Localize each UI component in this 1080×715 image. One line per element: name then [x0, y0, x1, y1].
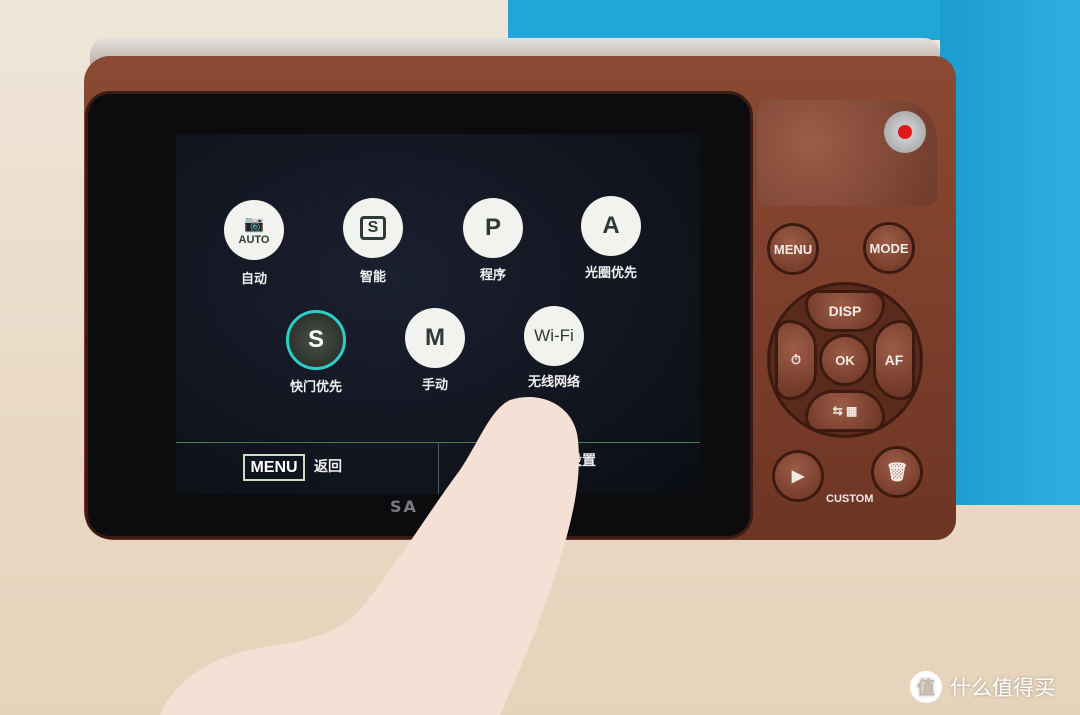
custom-label: CUSTOM — [826, 493, 874, 505]
watermark: 值 什么值得买 — [910, 671, 1055, 703]
display-mode-button[interactable]: ⇆ ▦ — [808, 393, 882, 429]
af-area-icon: ⇆ ▦ — [832, 404, 858, 418]
watermark-logo: 值 — [910, 671, 942, 703]
record-button[interactable] — [884, 111, 926, 153]
self-timer-icon: ⏱ — [790, 352, 802, 367]
menu-button[interactable]: MENU — [770, 226, 816, 272]
mode-button[interactable]: MODE — [866, 225, 912, 271]
af-button[interactable]: AF — [876, 323, 912, 397]
play-icon: ▶ — [791, 468, 805, 485]
record-dot-icon — [898, 125, 912, 139]
ok-button[interactable]: OK — [822, 337, 868, 383]
disp-button[interactable]: DISP — [808, 293, 882, 329]
trash-icon: 🗑 — [885, 461, 909, 482]
playback-button[interactable]: ▶ — [775, 453, 821, 499]
delete-button[interactable]: 🗑 — [874, 449, 920, 495]
watermark-text: 什么值得买 — [950, 676, 1055, 700]
drive-timer-button[interactable]: ⏱ — [778, 323, 814, 397]
